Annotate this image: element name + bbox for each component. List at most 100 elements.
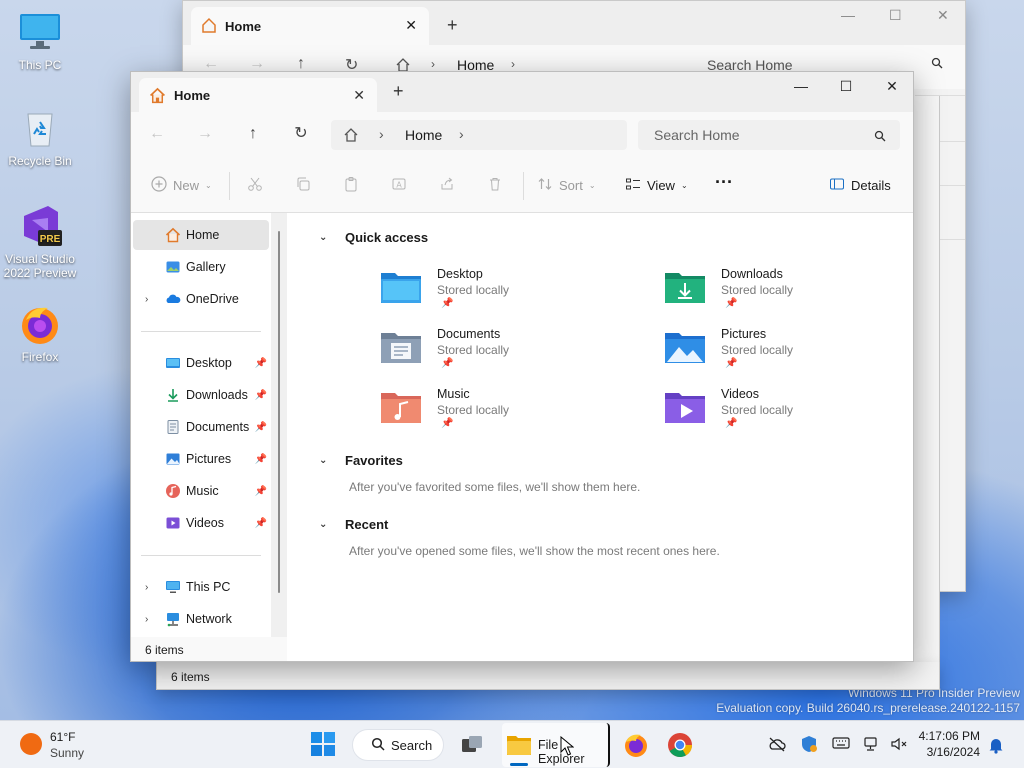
back-arrow-icon[interactable]: ← <box>145 124 169 144</box>
sidebar-item-onedrive[interactable]: › OneDrive <box>133 284 269 314</box>
sidebar-item-music[interactable]: Music 📌 <box>133 476 269 506</box>
more-options-icon[interactable]: ··· <box>715 172 733 193</box>
start-button[interactable] <box>310 731 338 759</box>
share-icon[interactable] <box>439 176 455 192</box>
recent-header[interactable]: ⌄ Recent <box>319 517 388 532</box>
chevron-down-icon: ⌄ <box>319 455 328 466</box>
toolbar-divider <box>229 172 230 200</box>
sort-button[interactable]: Sort ⌄ <box>537 176 596 195</box>
sidebar-item-desktop[interactable]: Desktop 📌 <box>133 348 269 378</box>
maximize-icon[interactable]: ☐ <box>826 78 866 95</box>
search-input[interactable]: Search Home <box>654 127 740 143</box>
quick-access-desktop[interactable]: Desktop Stored locally 📌 <box>379 267 619 323</box>
quick-access-music[interactable]: Music Stored locally 📌 <box>379 387 619 443</box>
chrome-icon[interactable] <box>666 731 694 759</box>
close-icon[interactable]: ✕ <box>405 17 417 34</box>
recent-empty-message: After you've opened some files, we'll sh… <box>349 544 720 558</box>
sidebar-item-home[interactable]: Home <box>133 220 269 250</box>
minimize-icon[interactable]: — <box>841 7 855 23</box>
chevron-down-icon: ⌄ <box>680 181 688 190</box>
chevron-right-icon[interactable]: › <box>145 294 148 305</box>
pin-icon[interactable]: 📌 <box>255 518 267 529</box>
chevron-right-icon[interactable]: › <box>145 614 148 625</box>
view-button[interactable]: View ⌄ <box>625 176 688 195</box>
quick-access-pictures[interactable]: Pictures Stored locally 📌 <box>663 327 903 383</box>
monitor-icon <box>18 10 62 54</box>
security-shield-icon[interactable] <box>801 735 817 756</box>
volume-muted-icon[interactable] <box>890 736 908 755</box>
sidebar-item-pictures[interactable]: Pictures 📌 <box>133 444 269 474</box>
new-label: New <box>173 178 200 193</box>
svg-text:A: A <box>396 181 402 190</box>
quick-access-header[interactable]: ⌄ Quick access <box>319 230 428 245</box>
file-explorer-window[interactable]: Home ✕ + — ☐ ✕ ← → ↑ ↻ › Home › Search H… <box>130 71 914 662</box>
weather-condition: Sunny <box>50 746 85 760</box>
file-explorer-icon <box>506 733 532 760</box>
visual-studio-icon: PRE <box>18 204 62 248</box>
sidebar-item-videos[interactable]: Videos 📌 <box>133 508 269 538</box>
refresh-icon[interactable]: ↻ <box>289 124 313 144</box>
pin-icon: 📌 <box>441 298 454 309</box>
breadcrumb-home[interactable]: Home <box>405 127 442 143</box>
item-count: 6 items <box>145 643 184 657</box>
breadcrumb-chevron-icon: › <box>431 57 435 71</box>
pin-icon[interactable]: 📌 <box>255 390 267 401</box>
paste-icon[interactable] <box>343 176 359 192</box>
desktop-icon-visual-studio[interactable]: PRE Visual Studio 2022 Preview <box>0 204 80 280</box>
pin-icon[interactable]: 📌 <box>255 358 267 369</box>
quick-access-videos[interactable]: Videos Stored locally 📌 <box>663 387 903 443</box>
taskbar-file-explorer[interactable]: File Explorer <box>502 723 610 767</box>
chevron-right-icon[interactable]: › <box>145 582 148 593</box>
sidebar-item-documents[interactable]: Documents 📌 <box>133 412 269 442</box>
system-clock[interactable]: 4:17:06 PM 3/16/2024 <box>919 728 980 760</box>
weather-widget[interactable]: 61°F Sunny <box>50 729 84 761</box>
desktop-icon-firefox[interactable]: Firefox <box>2 302 78 364</box>
minimize-icon[interactable]: — <box>781 78 821 94</box>
close-icon[interactable]: ✕ <box>937 7 949 24</box>
network-icon <box>165 611 181 627</box>
up-arrow-icon[interactable]: ↑ <box>241 124 265 144</box>
cut-icon[interactable] <box>247 176 263 192</box>
toolbar-divider <box>523 172 524 200</box>
tab-home[interactable]: Home ✕ <box>139 78 377 112</box>
close-tab-icon[interactable]: ✕ <box>353 87 365 104</box>
music-icon <box>165 483 181 499</box>
sidebar-item-this-pc[interactable]: › This PC <box>133 572 269 602</box>
desktop-icon-recycle-bin[interactable]: Recycle Bin <box>2 106 78 168</box>
sidebar-item-downloads[interactable]: Downloads 📌 <box>133 380 269 410</box>
copy-icon[interactable] <box>295 176 311 192</box>
navigation-bar: ← → ↑ ↻ › Home › Search Home <box>131 112 913 158</box>
address-bar[interactable]: › Home › <box>331 120 627 150</box>
new-tab-icon[interactable]: + <box>447 15 458 36</box>
navigation-pane-scrollbar[interactable] <box>278 231 280 593</box>
back-status-text: 6 items <box>171 670 210 684</box>
delete-icon[interactable] <box>487 176 503 192</box>
task-view-icon[interactable] <box>458 731 486 759</box>
pin-icon[interactable]: 📌 <box>255 422 267 433</box>
taskbar-search[interactable]: Search <box>352 729 444 761</box>
quick-access-downloads[interactable]: Downloads Stored locally 📌 <box>663 267 903 323</box>
home-icon <box>165 227 181 243</box>
details-button[interactable]: Details <box>829 176 891 195</box>
search-box[interactable]: Search Home <box>638 120 900 150</box>
rename-icon[interactable]: A <box>391 176 407 192</box>
firefox-icon[interactable] <box>622 731 650 759</box>
notification-bell-icon[interactable] <box>988 736 1004 757</box>
quick-access-documents[interactable]: Documents Stored locally 📌 <box>379 327 619 383</box>
new-button[interactable]: New ⌄ <box>151 176 212 195</box>
cloud-offline-icon[interactable] <box>768 736 786 755</box>
forward-arrow-icon[interactable]: → <box>193 124 217 144</box>
new-tab-icon[interactable]: + <box>393 82 404 100</box>
favorites-header[interactable]: ⌄ Favorites <box>319 453 403 468</box>
maximize-icon[interactable]: ☐ <box>889 7 902 24</box>
keyboard-icon[interactable] <box>832 736 850 753</box>
desktop-icon-this-pc[interactable]: This PC <box>2 10 78 72</box>
pin-icon[interactable]: 📌 <box>255 486 267 497</box>
pin-icon: 📌 <box>441 358 454 369</box>
back-tab-title: Home <box>225 19 262 34</box>
close-window-icon[interactable]: ✕ <box>872 78 912 95</box>
sidebar-item-network[interactable]: › Network <box>133 604 269 634</box>
pin-icon[interactable]: 📌 <box>255 454 267 465</box>
sidebar-item-gallery[interactable]: Gallery <box>133 252 269 282</box>
network-status-icon[interactable] <box>864 736 880 755</box>
